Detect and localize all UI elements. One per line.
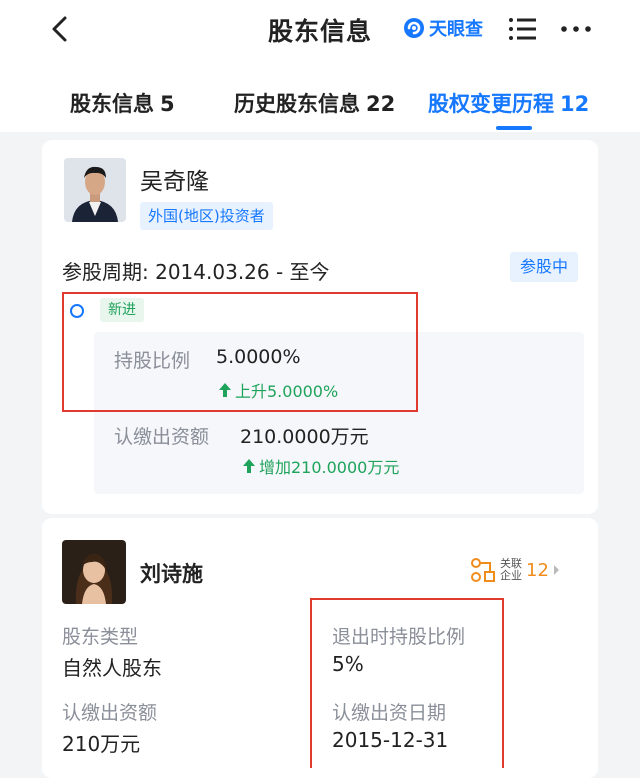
avatar xyxy=(62,540,126,604)
tianyancha-logo-icon xyxy=(404,18,424,38)
highlight-box xyxy=(62,292,418,412)
capital-value: 210.0000万元 xyxy=(240,426,369,448)
brand-logo: 天眼查 xyxy=(402,14,483,42)
avatar xyxy=(64,158,126,222)
tab-equity-change-history[interactable]: 股权变更历程 12 xyxy=(428,88,589,118)
related-companies-link[interactable]: 关联 企业 12 xyxy=(470,554,561,586)
tab-count: 5 xyxy=(160,92,175,116)
tab-count: 12 xyxy=(560,92,590,116)
shareholder-type-value: 自然人股东 xyxy=(62,656,162,680)
menu-button[interactable] xyxy=(508,16,538,42)
highlight-box xyxy=(310,598,504,768)
list-menu-icon xyxy=(509,18,536,40)
tab-label: 历史股东信息 xyxy=(234,92,360,116)
tab-shareholder-info[interactable]: 股东信息 5 xyxy=(70,88,175,118)
person-photo-icon xyxy=(62,540,126,604)
tab-bar: 股东信息 5 历史股东信息 22 股权变更历程 12 xyxy=(0,62,640,132)
tab-label: 股权变更历程 xyxy=(428,92,554,116)
related-count: 12 xyxy=(526,559,549,581)
period-label: 参股周期: xyxy=(62,260,149,284)
top-navbar: 股东信息 天眼查 xyxy=(0,0,640,62)
person-photo-icon xyxy=(64,158,126,222)
tab-count: 22 xyxy=(366,92,396,116)
shareholder-type-label: 股东类型 xyxy=(62,626,139,648)
capital-label: 认缴出资额 xyxy=(114,426,210,448)
period-value: 2014.03.26 - 至今 xyxy=(155,260,330,284)
capital-label: 认缴出资额 xyxy=(62,702,158,724)
related-label: 关联 企业 xyxy=(500,558,522,582)
active-tab-indicator xyxy=(496,126,532,130)
tab-history-shareholders[interactable]: 历史股东信息 22 xyxy=(234,88,395,118)
capital-delta-text: 增加210.0000万元 xyxy=(259,458,400,477)
related-label-line2: 企业 xyxy=(500,569,522,582)
page-title: 股东信息 xyxy=(267,17,372,46)
brand-name: 天眼查 xyxy=(429,19,483,40)
chevron-right-icon xyxy=(553,565,559,575)
more-button[interactable] xyxy=(560,16,592,42)
related-network-icon xyxy=(471,558,495,582)
holding-period: 参股周期: 2014.03.26 - 至今 xyxy=(62,256,330,285)
shareholder-name[interactable]: 吴奇隆 xyxy=(140,162,209,196)
arrow-up-icon xyxy=(243,459,255,473)
tab-label: 股东信息 xyxy=(70,92,154,116)
shareholder-name[interactable]: 刘诗施 xyxy=(140,558,203,588)
shareholder-type-tag: 外国(地区)投资者 xyxy=(140,202,273,230)
capital-delta: 增加210.0000万元 xyxy=(242,454,399,478)
capital-value: 210万元 xyxy=(62,732,141,756)
more-dots-icon xyxy=(561,26,591,32)
status-badge: 参股中 xyxy=(510,252,579,282)
